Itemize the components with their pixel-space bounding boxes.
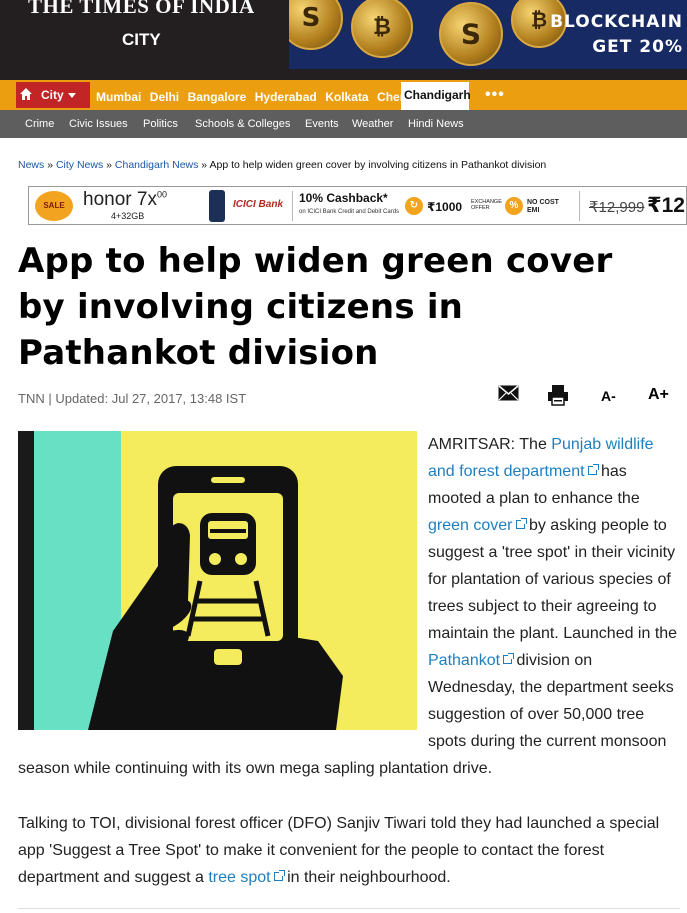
promo-old-price: ₹12,999 (589, 199, 645, 216)
breadcrumb-sep: » (106, 159, 112, 171)
article-updated: Updated: Jul 27, 2017, 13:48 IST (55, 391, 247, 406)
breadcrumb-news[interactable]: News (18, 159, 44, 171)
promo-ad-banner[interactable]: SALE honor 7x00 4+32GB ICICI Bank 10% Ca… (28, 186, 687, 225)
city-links: Mumbai Delhi Bangalore Hyderabad Kolkata… (96, 88, 428, 106)
breadcrumb: News » City News » Chandigarh News » App… (18, 159, 546, 171)
coin-graphic: ₿ (351, 0, 413, 58)
external-link-icon (515, 518, 527, 529)
phone-icon (209, 190, 225, 222)
link-pathankot[interactable]: Pathankot (428, 652, 515, 669)
home-button[interactable] (16, 82, 36, 108)
subnav-weather[interactable]: Weather (352, 118, 393, 130)
percent-icon: % (505, 197, 523, 215)
nav-link-kolkata[interactable]: Kolkata (325, 90, 368, 104)
external-link-icon (587, 464, 599, 475)
print-button[interactable] (548, 384, 568, 411)
promo-cashback: 10% Cashback* (299, 191, 388, 205)
nav-link-bangalore[interactable]: Bangalore (188, 90, 247, 104)
promo-model-name: honor 7x00 (83, 189, 167, 210)
masthead: THE TIMES OF INDIA CITY S ₿ S ₿ BLOCKCHA… (0, 0, 687, 80)
subnav-events[interactable]: Events (305, 118, 339, 130)
divider (18, 908, 680, 909)
bank-logo: ICICI Bank (233, 199, 284, 210)
city-dropdown[interactable]: City (36, 82, 90, 108)
promo-new-price: ₹12, (647, 194, 687, 217)
nav-link-hyderabad[interactable]: Hyderabad (255, 90, 317, 104)
ad-offer: GET 20% (592, 37, 683, 57)
print-icon (548, 385, 568, 406)
promo-divider (292, 191, 293, 221)
chevron-down-icon (67, 93, 76, 99)
article-headline: App to help widen green cover by involvi… (18, 241, 613, 373)
coin-graphic: S (289, 0, 343, 50)
coin-graphic: S (439, 2, 503, 66)
breadcrumb-sep: » (201, 159, 208, 171)
article-paragraph-1: AMRITSAR: The Punjab wildlife and forest… (18, 436, 678, 777)
site-logo[interactable]: THE TIMES OF INDIA CITY (22, 0, 262, 70)
promo-no-cost-emi: NO COST EMI (527, 199, 559, 214)
breadcrumb-city-news[interactable]: City News (56, 159, 103, 171)
external-link-icon (273, 870, 285, 881)
sub-nav: Crime Civic Issues Politics Schools & Co… (0, 110, 687, 138)
promo-exchange-note: EXCHANGE OFFER (471, 199, 502, 211)
font-decrease-button[interactable]: A- (601, 388, 616, 404)
subnav-civic-issues[interactable]: Civic Issues (69, 118, 128, 130)
promo-cashback-note: on ICICI Bank Credit and Debit Cards (299, 209, 400, 215)
promo-divider (579, 191, 580, 221)
link-green-cover[interactable]: green cover (428, 517, 527, 534)
subnav-politics[interactable]: Politics (143, 118, 178, 130)
mail-icon (498, 385, 519, 401)
external-link-icon (503, 653, 515, 664)
promo-exchange: ₹1000 (427, 200, 463, 214)
nav-link-delhi[interactable]: Delhi (150, 90, 179, 104)
breadcrumb-current: App to help widen green cover by involvi… (209, 159, 547, 171)
font-increase-button[interactable]: A+ (648, 386, 669, 404)
article-source: TNN (18, 391, 45, 406)
city-dropdown-label: City (41, 88, 64, 102)
nav-link-chandigarh[interactable]: Chandigarh (401, 82, 471, 110)
article-paragraph-2: Talking to TOI, divisional forest office… (18, 815, 660, 886)
ad-headline: BLOCKCHAIN (550, 12, 683, 32)
subnav-schools-colleges[interactable]: Schools & Colleges (195, 118, 290, 130)
breadcrumb-sep: » (47, 159, 54, 171)
subnav-crime[interactable]: Crime (25, 118, 54, 130)
subnav-hindi-news[interactable]: Hindi News (408, 118, 464, 130)
breadcrumb-chandigarh-news[interactable]: Chandigarh News (115, 159, 198, 171)
logo-title: THE TIMES OF INDIA (28, 0, 255, 18)
byline: TNN | Updated: Jul 27, 2017, 13:48 IST (18, 391, 247, 406)
link-tree-spot[interactable]: tree spot (208, 869, 285, 886)
nav-link-mumbai[interactable]: Mumbai (96, 90, 141, 104)
email-share-button[interactable] (498, 385, 519, 406)
home-icon (20, 88, 32, 100)
more-menu-button[interactable]: ••• (485, 86, 505, 104)
top-ad-banner[interactable]: S ₿ S ₿ BLOCKCHAIN GET 20% (289, 0, 687, 69)
exchange-icon: ↻ (405, 197, 423, 215)
sale-badge: SALE (35, 191, 73, 221)
logo-section: CITY (122, 30, 161, 49)
promo-ram: 4+32GB (111, 211, 145, 221)
